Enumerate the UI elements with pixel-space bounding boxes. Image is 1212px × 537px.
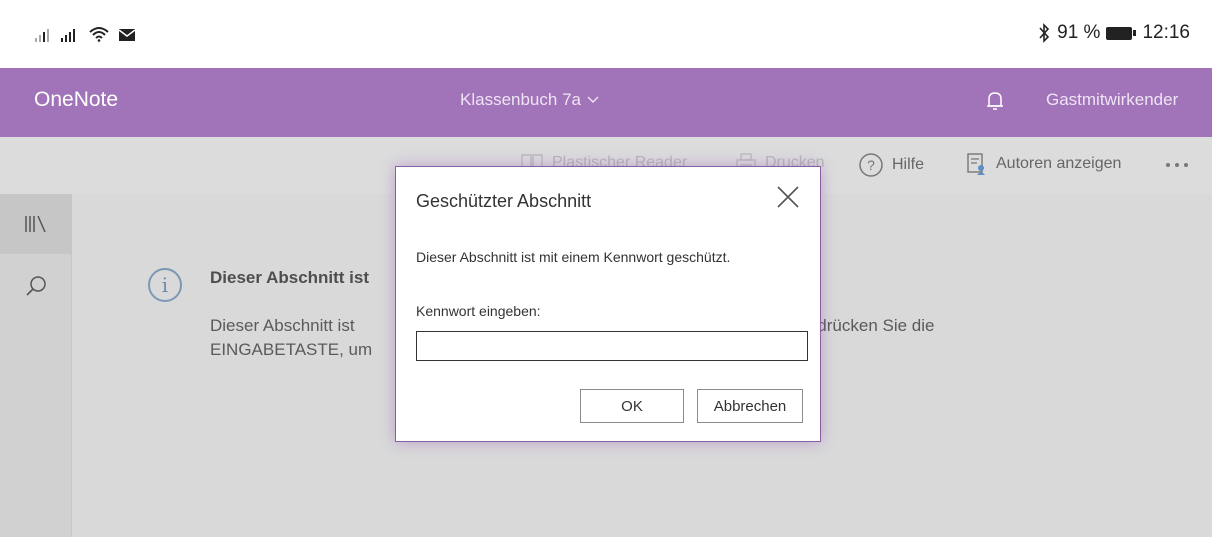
bluetooth-icon bbox=[1039, 23, 1050, 43]
more-dot bbox=[1175, 163, 1179, 167]
clock: 12:16 bbox=[1142, 22, 1190, 43]
dialog-description: Dieser Abschnitt ist mit einem Kennwort … bbox=[416, 249, 731, 265]
more-dot bbox=[1184, 163, 1188, 167]
help-button[interactable]: ? Hilfe bbox=[858, 152, 924, 178]
battery-percent: 91 % bbox=[1057, 22, 1101, 43]
status-bar: 91 % 12:16 bbox=[0, 0, 1212, 68]
app-bar: OneNote Klassenbuch 7a Gastmitwirkender bbox=[0, 68, 1212, 137]
protected-section-dialog: Geschützter Abschnitt Dieser Abschnitt i… bbox=[395, 166, 821, 442]
more-dot bbox=[1166, 163, 1170, 167]
password-label: Kennwort eingeben: bbox=[416, 303, 541, 319]
message-title: Dieser Abschnitt ist bbox=[210, 268, 370, 287]
search-icon bbox=[26, 276, 46, 296]
dialog-title: Geschützter Abschnitt bbox=[416, 191, 592, 211]
mail-icon bbox=[118, 29, 136, 41]
authors-icon bbox=[967, 153, 985, 175]
search-button[interactable] bbox=[0, 256, 72, 316]
help-label: Hilfe bbox=[892, 156, 925, 173]
password-input[interactable] bbox=[416, 331, 808, 361]
signal-icon bbox=[35, 29, 49, 42]
app-name[interactable]: OneNote bbox=[34, 88, 118, 112]
notification-bell-icon[interactable] bbox=[986, 90, 1004, 112]
chevron-down-icon bbox=[587, 96, 599, 103]
show-authors-label: Autoren anzeigen bbox=[996, 155, 1122, 172]
ok-button[interactable]: OK bbox=[580, 389, 684, 423]
cancel-button[interactable]: Abbrechen bbox=[697, 389, 803, 423]
battery-icon bbox=[1106, 26, 1137, 40]
library-icon bbox=[25, 215, 46, 233]
left-navigation-rail bbox=[0, 194, 72, 537]
show-authors-button[interactable]: Autoren anzeigen bbox=[966, 152, 1121, 176]
notebook-name: Klassenbuch 7a bbox=[460, 90, 581, 109]
status-right: 91 % 12:16 bbox=[1037, 22, 1190, 44]
notebooks-button[interactable] bbox=[0, 194, 72, 254]
user-account[interactable]: Gastmitwirkender bbox=[1046, 90, 1178, 110]
signal-icon bbox=[61, 29, 75, 42]
info-icon: i bbox=[148, 268, 182, 302]
help-icon: ? bbox=[859, 153, 883, 177]
more-options-button[interactable] bbox=[1166, 163, 1188, 167]
status-left bbox=[34, 26, 136, 42]
svg-text:?: ? bbox=[867, 157, 875, 173]
message-line-1-start: Dieser Abschnitt ist bbox=[210, 316, 355, 335]
close-icon[interactable] bbox=[774, 183, 802, 211]
wifi-icon bbox=[89, 27, 109, 42]
notebook-selector[interactable]: Klassenbuch 7a bbox=[460, 90, 599, 110]
